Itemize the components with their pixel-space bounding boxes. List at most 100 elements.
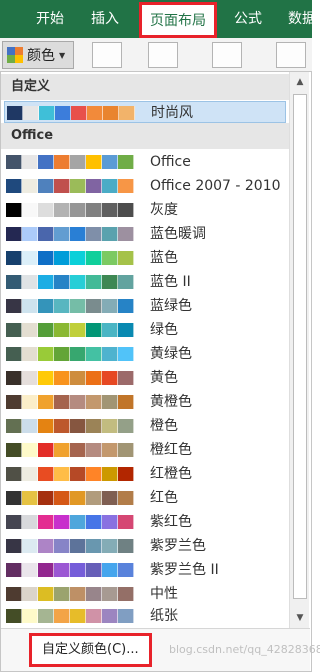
- theme-row[interactable]: 黄色: [4, 367, 286, 389]
- color-swatch: [102, 515, 118, 529]
- size-icon[interactable]: [212, 42, 242, 68]
- color-swatch: [6, 203, 22, 217]
- color-swatch: [38, 155, 54, 169]
- theme-name-label: 纸张: [150, 608, 178, 624]
- color-swatch: [38, 323, 54, 337]
- theme-name-label: Office 2007 - 2010: [150, 178, 281, 194]
- color-swatch: [54, 203, 70, 217]
- scroll-down-icon[interactable]: ▼: [292, 610, 308, 626]
- scroll-thumb[interactable]: [293, 94, 307, 599]
- tab-page-layout[interactable]: 页面布局: [139, 2, 217, 38]
- theme-name-label: 绿色: [150, 322, 178, 338]
- theme-row[interactable]: 蓝色暖调: [4, 223, 286, 245]
- color-swatch: [86, 563, 102, 577]
- color-swatch-strip: [6, 563, 134, 577]
- color-swatch: [118, 347, 134, 361]
- theme-row[interactable]: 紫罗兰色: [4, 535, 286, 557]
- color-swatch: [6, 539, 22, 553]
- color-swatch: [22, 609, 38, 623]
- theme-row[interactable]: 橙色: [4, 415, 286, 437]
- scrollbar[interactable]: ▲ ▼: [289, 72, 309, 628]
- theme-row[interactable]: 中性: [4, 583, 286, 605]
- theme-row[interactable]: 绿色: [4, 319, 286, 341]
- theme-row[interactable]: 红色: [4, 487, 286, 509]
- tab-data[interactable]: 数据: [288, 0, 316, 38]
- color-swatch: [54, 395, 70, 409]
- color-swatch: [22, 491, 38, 505]
- color-swatch: [54, 299, 70, 313]
- color-swatch-strip: [6, 275, 134, 289]
- color-swatch: [55, 106, 71, 120]
- color-swatch: [70, 467, 86, 481]
- color-swatch: [22, 371, 38, 385]
- theme-row[interactable]: 蓝色 II: [4, 271, 286, 293]
- theme-name-label: 红橙色: [150, 466, 192, 482]
- scroll-up-icon[interactable]: ▲: [292, 74, 308, 90]
- color-swatch: [71, 106, 87, 120]
- theme-row[interactable]: 紫红色: [4, 511, 286, 533]
- color-swatch: [38, 179, 54, 193]
- color-swatch: [54, 179, 70, 193]
- dropdown-footer: 自定义颜色(C)... blog.csdn.net/qq_42828368: [1, 628, 320, 671]
- color-swatch-strip: [6, 443, 134, 457]
- theme-row[interactable]: 蓝色: [4, 247, 286, 269]
- theme-row[interactable]: 黄橙色: [4, 391, 286, 413]
- theme-row[interactable]: 灰度: [4, 199, 286, 221]
- theme-name-label: 黄色: [150, 370, 178, 386]
- color-swatch: [54, 515, 70, 529]
- color-swatch: [6, 371, 22, 385]
- color-swatch: [22, 179, 38, 193]
- color-swatch: [70, 491, 86, 505]
- color-swatch: [22, 467, 38, 481]
- margins-icon[interactable]: [92, 42, 122, 68]
- color-swatch: [6, 443, 22, 457]
- theme-row[interactable]: 紫罗兰色 II: [4, 559, 286, 581]
- theme-colors-icon: [7, 47, 23, 63]
- orientation-icon[interactable]: [148, 42, 178, 68]
- color-swatch: [38, 371, 54, 385]
- theme-colors-button[interactable]: 颜色 ▼: [2, 41, 74, 69]
- color-swatch: [22, 539, 38, 553]
- color-swatch: [86, 347, 102, 361]
- theme-row[interactable]: 橙红色: [4, 439, 286, 461]
- color-swatch: [103, 106, 119, 120]
- color-swatch: [38, 419, 54, 433]
- color-swatch: [118, 467, 134, 481]
- theme-name-label: 时尚风: [151, 105, 193, 121]
- tab-home[interactable]: 开始: [36, 0, 64, 38]
- color-swatch: [54, 323, 70, 337]
- color-swatch: [70, 155, 86, 169]
- color-swatch: [118, 609, 134, 623]
- custom-colors-button[interactable]: 自定义颜色(C)...: [29, 633, 152, 667]
- color-swatch: [38, 563, 54, 577]
- tab-formulas[interactable]: 公式: [234, 0, 262, 38]
- color-swatch: [70, 275, 86, 289]
- color-swatch: [54, 467, 70, 481]
- print-area-icon[interactable]: [276, 42, 306, 68]
- color-swatch: [22, 443, 38, 457]
- color-swatch: [102, 539, 118, 553]
- color-swatch: [70, 347, 86, 361]
- color-swatch: [22, 275, 38, 289]
- theme-row[interactable]: 时尚风: [4, 101, 286, 123]
- theme-row[interactable]: 红橙色: [4, 463, 286, 485]
- tab-insert[interactable]: 插入: [91, 0, 119, 38]
- theme-row[interactable]: 纸张: [4, 605, 286, 627]
- color-swatch-strip: [6, 227, 134, 241]
- color-swatch: [70, 419, 86, 433]
- theme-row[interactable]: Office 2007 - 2010: [4, 175, 286, 197]
- color-swatch: [54, 275, 70, 289]
- color-swatch: [54, 347, 70, 361]
- color-swatch: [54, 491, 70, 505]
- color-swatch: [23, 106, 39, 120]
- color-swatch: [86, 609, 102, 623]
- theme-name-label: 灰度: [150, 202, 178, 218]
- theme-row[interactable]: 蓝绿色: [4, 295, 286, 317]
- theme-row[interactable]: 黄绿色: [4, 343, 286, 365]
- color-swatch: [38, 251, 54, 265]
- ribbon-tab-strip: 开始 插入 页面布局 公式 数据: [0, 0, 316, 38]
- color-swatch: [102, 251, 118, 265]
- theme-row[interactable]: Office: [4, 151, 286, 173]
- color-swatch: [6, 467, 22, 481]
- color-swatch-strip: [6, 323, 134, 337]
